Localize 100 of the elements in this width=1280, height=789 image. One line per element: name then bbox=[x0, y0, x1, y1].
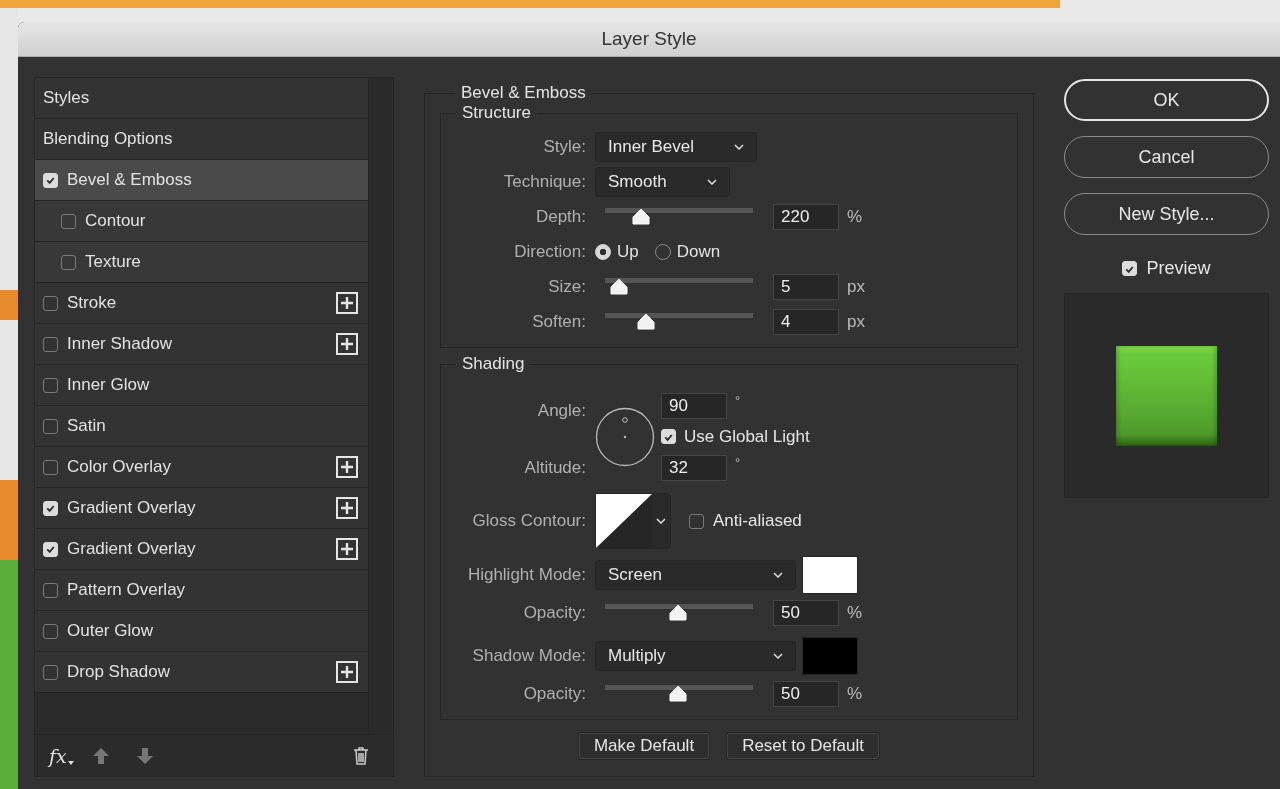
effect-item[interactable]: Bevel & Emboss bbox=[35, 160, 368, 201]
effect-label: Contour bbox=[85, 211, 147, 231]
angle-dial[interactable] bbox=[595, 406, 655, 467]
checkbox[interactable] bbox=[43, 336, 58, 352]
slider-thumb[interactable] bbox=[667, 604, 688, 622]
checkbox[interactable] bbox=[43, 295, 58, 311]
checkbox[interactable] bbox=[43, 377, 58, 393]
effect-item[interactable]: Stroke bbox=[35, 283, 368, 324]
effect-item[interactable]: Texture bbox=[35, 242, 368, 283]
add-icon[interactable] bbox=[336, 497, 358, 519]
field-label: Altitude: bbox=[523, 457, 586, 478]
number-field[interactable]: 50 bbox=[773, 680, 839, 707]
dialog-button[interactable]: OK bbox=[1064, 79, 1269, 121]
effect-item[interactable]: Inner Glow bbox=[35, 365, 368, 406]
slider-thumb[interactable] bbox=[630, 208, 651, 226]
color-swatch[interactable] bbox=[802, 637, 858, 675]
option-label: Up bbox=[617, 241, 639, 262]
unit-label: ° bbox=[735, 392, 741, 408]
chevron-icon bbox=[773, 653, 783, 659]
unit-label: % bbox=[847, 683, 863, 704]
chevron-icon bbox=[773, 572, 783, 578]
number-field[interactable]: 4 bbox=[773, 308, 839, 335]
field-label: Direction: bbox=[513, 241, 586, 262]
effect-label: Bevel & Emboss bbox=[67, 170, 193, 190]
option-label: Down bbox=[676, 241, 721, 262]
field-label: Soften: bbox=[531, 311, 586, 332]
checkbox[interactable] bbox=[61, 213, 76, 229]
dialog-button[interactable]: Make Default bbox=[577, 732, 711, 760]
dropdown[interactable]: Inner Bevel bbox=[595, 131, 757, 162]
trash-icon[interactable] bbox=[351, 745, 371, 766]
effect-item[interactable]: Satin bbox=[35, 406, 368, 447]
arrow-up-icon[interactable] bbox=[91, 746, 110, 765]
effect-label: Stroke bbox=[67, 293, 118, 313]
field-label: Depth: bbox=[534, 206, 586, 227]
effect-label: Gradient Overlay bbox=[67, 539, 197, 559]
group-title: Shading bbox=[461, 354, 526, 374]
effect-label: Gradient Overlay bbox=[67, 498, 197, 518]
effect-label: Outer Glow bbox=[67, 621, 154, 641]
effect-label: Texture bbox=[85, 252, 142, 272]
field-label: Size: bbox=[547, 276, 586, 297]
number-field[interactable]: 32 bbox=[661, 454, 727, 481]
dialog-button[interactable]: Reset to Default bbox=[726, 732, 881, 760]
add-icon[interactable] bbox=[336, 538, 358, 560]
checkbox[interactable] bbox=[43, 582, 58, 598]
unit-label: px bbox=[847, 311, 865, 332]
checkbox-label: Preview bbox=[1146, 258, 1211, 279]
field-label: Technique: bbox=[502, 171, 586, 192]
chevron-icon bbox=[734, 143, 744, 150]
contour-picker[interactable] bbox=[595, 493, 671, 549]
group-title: Structure bbox=[461, 103, 532, 123]
effect-item[interactable]: Outer Glow bbox=[35, 611, 368, 652]
add-icon[interactable] bbox=[336, 333, 358, 355]
effect-item[interactable]: Contour bbox=[35, 201, 368, 242]
dropdown[interactable]: Multiply bbox=[595, 641, 796, 671]
effect-label: Color Overlay bbox=[67, 457, 172, 477]
list-item[interactable]: Styles bbox=[35, 78, 368, 119]
effect-label: Inner Glow bbox=[67, 375, 151, 395]
field-label: Angle: bbox=[536, 401, 586, 421]
number-field[interactable]: 220 bbox=[773, 203, 839, 230]
checkbox[interactable] bbox=[43, 459, 58, 475]
field-label: Style: bbox=[542, 136, 586, 157]
unit-label: ° bbox=[735, 454, 741, 470]
number-field[interactable]: 50 bbox=[773, 599, 839, 626]
checkbox[interactable] bbox=[43, 418, 58, 434]
effect-label: Inner Shadow bbox=[67, 334, 173, 354]
checkbox[interactable] bbox=[689, 513, 704, 529]
field-label: Gloss Contour: bbox=[471, 511, 586, 531]
number-field[interactable]: 5 bbox=[773, 273, 839, 300]
slider-thumb[interactable] bbox=[608, 278, 629, 296]
add-icon[interactable] bbox=[336, 292, 358, 314]
chevron-icon bbox=[706, 178, 717, 185]
radio-option[interactable]: Down bbox=[654, 241, 721, 262]
field-label: Opacity: bbox=[522, 602, 586, 623]
checkbox[interactable] bbox=[43, 623, 58, 639]
effect-item[interactable]: Inner Shadow bbox=[35, 324, 368, 365]
checkbox-label: Anti-aliased bbox=[713, 511, 802, 531]
list-item[interactable]: Blending Options bbox=[35, 119, 368, 160]
effect-item[interactable]: Pattern Overlay bbox=[35, 570, 368, 611]
checkbox[interactable] bbox=[61, 254, 76, 270]
checkbox[interactable] bbox=[43, 664, 58, 680]
fx-button[interactable]: fx bbox=[49, 744, 67, 767]
unit-label: px bbox=[847, 276, 865, 297]
effect-label: Pattern Overlay bbox=[67, 580, 187, 600]
effect-item[interactable]: Drop Shadow bbox=[35, 652, 368, 693]
dropdown[interactable]: Smooth bbox=[595, 166, 730, 197]
add-icon[interactable] bbox=[336, 456, 358, 478]
add-icon[interactable] bbox=[336, 661, 358, 683]
checkbox-label: Use Global Light bbox=[684, 426, 810, 447]
number-field[interactable]: 90 bbox=[661, 392, 727, 419]
effect-item[interactable]: Gradient Overlay bbox=[35, 488, 368, 529]
caret-icon bbox=[67, 760, 74, 765]
arrow-down-icon[interactable] bbox=[135, 746, 154, 765]
dropdown[interactable]: Screen bbox=[595, 560, 796, 590]
slider-thumb[interactable] bbox=[667, 685, 688, 703]
effect-item[interactable]: Gradient Overlay bbox=[35, 529, 368, 570]
radio-option[interactable]: Up bbox=[595, 241, 639, 262]
unit-label: % bbox=[847, 206, 863, 227]
color-swatch[interactable] bbox=[802, 556, 858, 594]
slider-thumb[interactable] bbox=[635, 313, 656, 331]
effect-item[interactable]: Color Overlay bbox=[35, 447, 368, 488]
